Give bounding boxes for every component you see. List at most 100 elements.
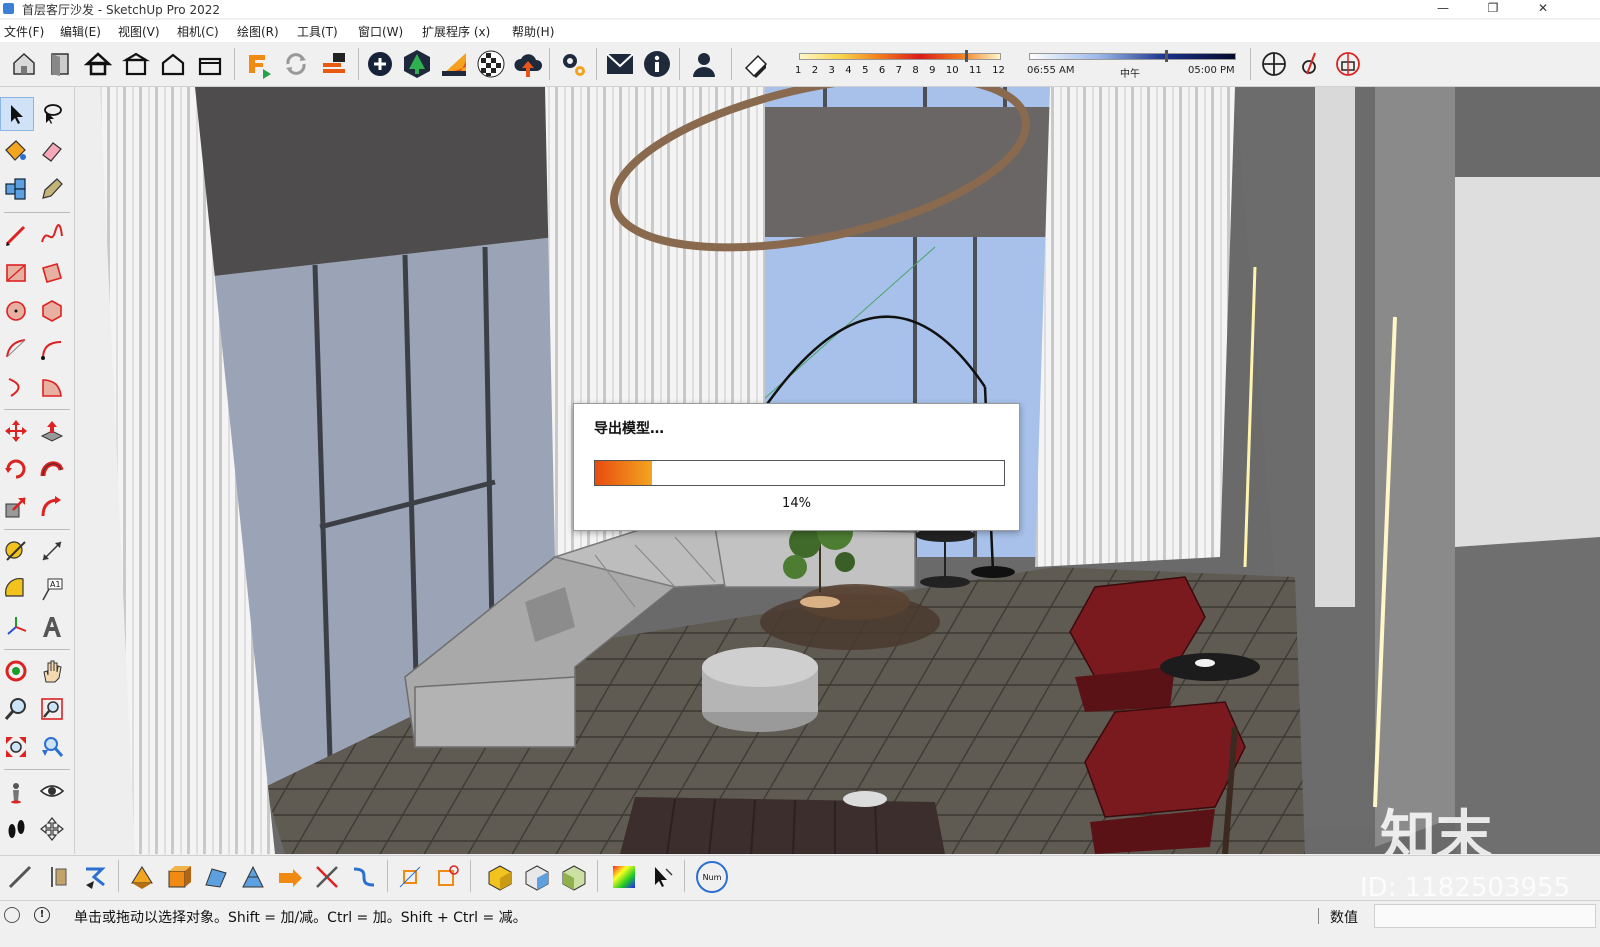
- geo-location-icon[interactable]: [4, 907, 20, 923]
- restore-button[interactable]: ❐: [1470, 0, 1516, 18]
- account-user-icon[interactable]: [688, 48, 720, 80]
- two-point-arc-icon[interactable]: [36, 333, 68, 365]
- select-cursor-icon[interactable]: [645, 861, 677, 893]
- solid-box-green-icon[interactable]: [558, 861, 590, 893]
- line-pencil-icon[interactable]: [0, 219, 32, 251]
- close-button[interactable]: ✕: [1520, 0, 1566, 18]
- menu-camera[interactable]: 相机(C): [177, 23, 219, 40]
- previous-view-icon[interactable]: [36, 731, 68, 763]
- status-bar: ! 单击或拖动以选择对象。Shift = 加/减。Ctrl = 加。Shift …: [0, 873, 1600, 931]
- box-open-icon[interactable]: [120, 48, 152, 80]
- menu-extensions[interactable]: 扩展程序 (x): [422, 23, 490, 40]
- orbit-icon[interactable]: [0, 655, 32, 687]
- rotate-icon[interactable]: [0, 453, 32, 485]
- extrude-icon[interactable]: [126, 861, 158, 893]
- menu-view[interactable]: 视图(V): [118, 23, 160, 40]
- side-view-icon[interactable]: [194, 48, 226, 80]
- section-cut-icon[interactable]: [1295, 48, 1327, 80]
- dimension-icon[interactable]: [36, 535, 68, 567]
- material-swatch-icon[interactable]: [438, 48, 470, 80]
- lasso-select-icon[interactable]: [36, 97, 68, 129]
- rectangle-icon[interactable]: [0, 257, 32, 289]
- three-point-arc-icon[interactable]: [0, 371, 32, 403]
- eraser-icon[interactable]: [36, 135, 68, 167]
- num-lock-icon[interactable]: Num: [696, 861, 728, 893]
- 3d-text-icon[interactable]: [36, 611, 68, 643]
- minimize-button[interactable]: —: [1420, 0, 1466, 18]
- move-icon[interactable]: [0, 415, 32, 447]
- menu-tools[interactable]: 工具(T): [297, 23, 338, 40]
- frame-small-icon[interactable]: [394, 861, 426, 893]
- sync-icon[interactable]: [280, 48, 312, 80]
- front-view-icon[interactable]: [157, 48, 189, 80]
- settings-gear-icon[interactable]: [557, 48, 589, 80]
- section-plane-icon[interactable]: [1258, 48, 1290, 80]
- push-pull-icon[interactable]: [36, 415, 68, 447]
- zoom-icon[interactable]: [0, 693, 32, 725]
- menu-file[interactable]: 文件(F): [4, 23, 44, 40]
- shadows-toggle-icon[interactable]: [740, 48, 772, 80]
- pie-icon[interactable]: [36, 371, 68, 403]
- solid-box-yellow-icon[interactable]: [484, 861, 516, 893]
- tree-asset-icon[interactable]: [401, 48, 433, 80]
- checker-sphere-icon[interactable]: [475, 48, 507, 80]
- menu-edit[interactable]: 编辑(E): [60, 23, 101, 40]
- model-viewport[interactable]: 导出模型… 14% 知末: [75, 87, 1600, 854]
- warehouse-house-icon[interactable]: [8, 48, 40, 80]
- menu-help[interactable]: 帮助(H): [512, 23, 554, 40]
- pan-hand-icon[interactable]: [36, 655, 68, 687]
- freehand-icon[interactable]: [36, 219, 68, 251]
- solid-box-blue-icon[interactable]: [521, 861, 553, 893]
- add-circle-icon[interactable]: [364, 48, 396, 80]
- home-view-icon[interactable]: [82, 48, 114, 80]
- door-icon[interactable]: [44, 48, 76, 80]
- make-component-icon[interactable]: [0, 173, 32, 205]
- select-arrow-icon[interactable]: [0, 97, 34, 131]
- tape-measure-icon[interactable]: [0, 535, 32, 567]
- sandbox-line-icon[interactable]: [4, 861, 36, 893]
- scale-icon[interactable]: [0, 491, 32, 523]
- protractor-icon[interactable]: [0, 573, 32, 605]
- offset-icon[interactable]: [36, 491, 68, 523]
- color-palette-icon[interactable]: [608, 861, 640, 893]
- axes-icon[interactable]: [0, 611, 32, 643]
- cloud-upload-icon[interactable]: [512, 48, 544, 80]
- month-slider-thumb[interactable]: [965, 50, 968, 62]
- video-export-icon[interactable]: [318, 48, 350, 80]
- toolbar-separator: [684, 860, 685, 892]
- position-camera-icon[interactable]: [0, 775, 32, 807]
- polygon-icon[interactable]: [36, 295, 68, 327]
- rotated-rectangle-icon[interactable]: [36, 257, 68, 289]
- shadow-month-slider[interactable]: 1 2 3 4 5 6 7 8 9 10 11 12: [795, 48, 1005, 82]
- menu-window[interactable]: 窗口(W): [358, 23, 403, 40]
- look-around-eye-icon[interactable]: [36, 775, 68, 807]
- measurements-input[interactable]: [1374, 904, 1596, 928]
- zoom-extents-icon[interactable]: [0, 731, 32, 763]
- zoom-window-icon[interactable]: [36, 693, 68, 725]
- follow-path-icon[interactable]: [80, 861, 112, 893]
- mail-feedback-icon[interactable]: [604, 48, 636, 80]
- shadow-time-slider[interactable]: 06:55 AM 中午 05:00 PM: [1025, 48, 1240, 82]
- help-info-icon[interactable]: !: [34, 907, 50, 923]
- enscape-start-icon[interactable]: [242, 48, 274, 80]
- mesh-blue-icon[interactable]: [237, 861, 269, 893]
- menu-draw[interactable]: 绘图(R): [237, 23, 279, 40]
- shape-blue-icon[interactable]: [200, 861, 232, 893]
- arrow-orange-icon[interactable]: [274, 861, 306, 893]
- follow-me-icon[interactable]: [36, 453, 68, 485]
- section-plane-tool-icon[interactable]: [36, 813, 68, 845]
- frame-target-icon[interactable]: [431, 861, 463, 893]
- arc-icon[interactable]: [0, 333, 32, 365]
- paint-bucket-icon[interactable]: [0, 135, 32, 167]
- section-fill-icon[interactable]: [1332, 48, 1364, 80]
- text-label-icon[interactable]: A1: [36, 573, 68, 605]
- walk-footprints-icon[interactable]: [0, 813, 32, 845]
- dimension-vertical-icon[interactable]: [42, 861, 74, 893]
- info-icon[interactable]: [641, 48, 673, 80]
- time-slider-thumb[interactable]: [1165, 50, 1168, 62]
- cross-tool-icon[interactable]: [311, 861, 343, 893]
- box-orange-icon[interactable]: [163, 861, 195, 893]
- circle-icon[interactable]: [0, 295, 32, 327]
- path-curve-icon[interactable]: [348, 861, 380, 893]
- tag-tool-icon[interactable]: [36, 173, 68, 205]
